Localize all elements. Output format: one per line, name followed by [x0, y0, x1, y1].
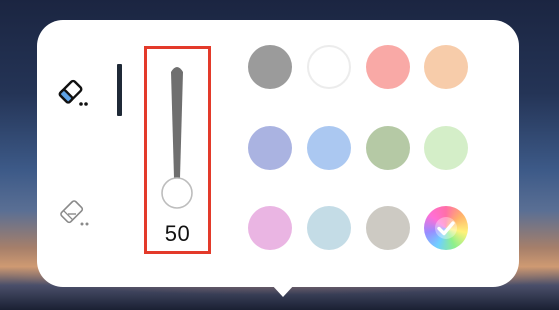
color-swatch-peach[interactable]	[424, 45, 468, 89]
color-swatch-gray[interactable]	[248, 45, 292, 89]
color-swatch-salmon[interactable]	[366, 45, 410, 89]
size-slider-thumb[interactable]	[161, 177, 193, 209]
color-swatch-orchid[interactable]	[248, 206, 292, 250]
size-slider-highlight: 50	[144, 46, 211, 254]
color-swatch-periwinkle[interactable]	[248, 126, 292, 170]
selection-eraser-icon	[60, 200, 89, 226]
rainbow-palette-icon	[424, 206, 468, 250]
custom-color-button[interactable]	[424, 206, 468, 250]
size-slider-track	[171, 67, 183, 178]
selected-tool-indicator	[117, 64, 122, 116]
color-swatch-powder-blue[interactable]	[307, 206, 351, 250]
color-swatch-mint[interactable]	[424, 126, 468, 170]
selection-eraser-tool-button[interactable]	[57, 196, 91, 230]
color-swatch-light-blue[interactable]	[307, 126, 351, 170]
eraser-icon	[58, 79, 88, 106]
color-swatch-white[interactable]	[307, 45, 351, 89]
popup-pointer	[271, 284, 295, 297]
eraser-tool-button[interactable]	[56, 76, 90, 110]
color-swatch-stone[interactable]	[366, 206, 410, 250]
size-value-label: 50	[164, 221, 191, 246]
color-swatch-sage[interactable]	[366, 126, 410, 170]
